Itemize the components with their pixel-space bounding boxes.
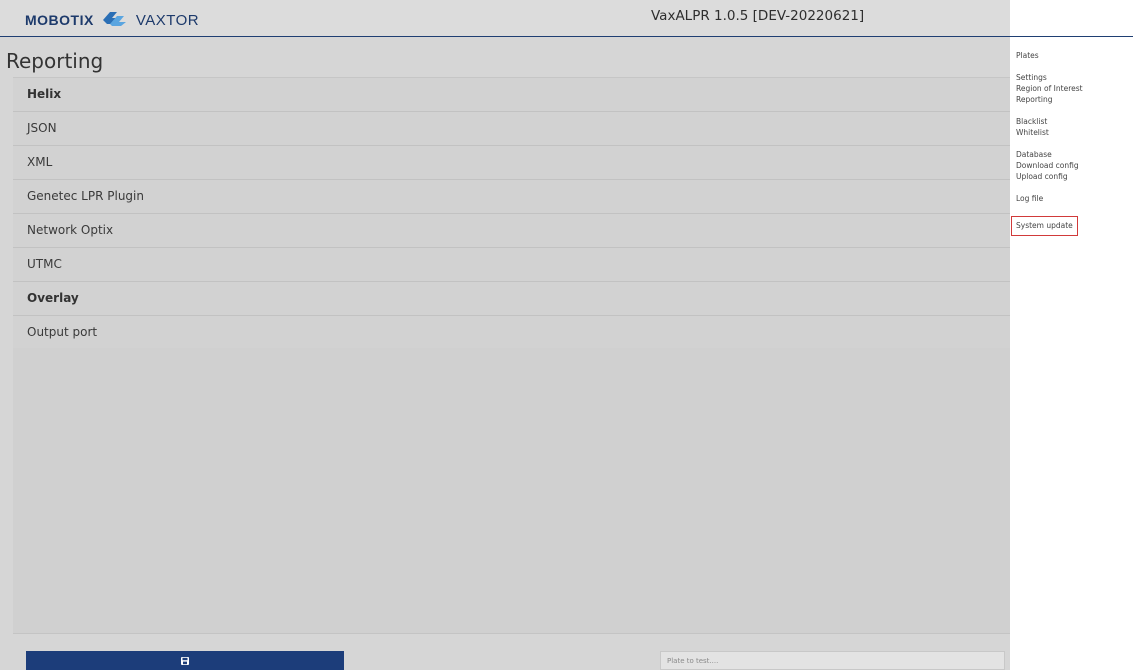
sidebar-group-system: System update	[1011, 215, 1131, 236]
sidebar-item-log-file[interactable]: Log file	[1016, 193, 1131, 204]
page-title: Reporting	[6, 49, 104, 73]
sidebar-nav: Plates Settings Region of Interest Repor…	[1011, 50, 1131, 247]
sidebar-item-plates[interactable]: Plates	[1016, 50, 1131, 61]
save-button[interactable]	[26, 651, 344, 670]
section-overlay[interactable]: Overlay	[13, 282, 1010, 316]
content-area	[13, 348, 1010, 634]
mobotix-wordmark: MOBOTIX	[25, 12, 94, 28]
sidebar-item-region-of-interest[interactable]: Region of Interest	[1016, 83, 1131, 94]
section-genetec-lpr-plugin[interactable]: Genetec LPR Plugin	[13, 180, 1010, 214]
sidebar-item-system-update[interactable]: System update	[1011, 216, 1078, 236]
app-title: VaxALPR 1.0.5 [DEV-20220621]	[651, 8, 865, 24]
floppy-disk-icon	[181, 656, 189, 665]
vaxtor-logo-icon	[100, 9, 130, 31]
section-xml[interactable]: XML	[13, 146, 1010, 180]
vaxtor-wordmark: VAXTOR	[135, 11, 200, 29]
sidebar-group-log: Log file	[1016, 193, 1131, 204]
section-output-port[interactable]: Output port	[13, 316, 1010, 350]
sidebar-group-settings: Settings Region of Interest Reporting	[1016, 72, 1131, 105]
section-network-optix[interactable]: Network Optix	[13, 214, 1010, 248]
sidebar-item-download-config[interactable]: Download config	[1016, 160, 1131, 171]
sidebar-item-settings[interactable]: Settings	[1016, 72, 1131, 83]
sidebar-item-upload-config[interactable]: Upload config	[1016, 171, 1131, 182]
sidebar-group-database: Database Download config Upload config	[1016, 149, 1131, 182]
section-utmc[interactable]: UTMC	[13, 248, 1010, 282]
sidebar-group-lists: Blacklist Whitelist	[1016, 116, 1131, 138]
top-bar: MOBOTIX VAXTOR VaxALPR 1.0.5 [DEV-202206…	[0, 0, 1010, 36]
sidebar-item-database[interactable]: Database	[1016, 149, 1131, 160]
plate-test-input[interactable]	[660, 651, 1005, 670]
main-panel: Reporting Helix JSON XML Genetec LPR Plu…	[0, 37, 1010, 670]
sidebar-item-whitelist[interactable]: Whitelist	[1016, 127, 1131, 138]
sidebar-group-plates: Plates	[1016, 50, 1131, 61]
sidebar-item-reporting[interactable]: Reporting	[1016, 94, 1131, 105]
section-helix[interactable]: Helix	[13, 78, 1010, 112]
reporting-section-list: Helix JSON XML Genetec LPR Plugin Networ…	[13, 77, 1010, 350]
sidebar-item-blacklist[interactable]: Blacklist	[1016, 116, 1131, 127]
brand-logo-group: MOBOTIX VAXTOR	[25, 9, 199, 31]
section-json[interactable]: JSON	[13, 112, 1010, 146]
